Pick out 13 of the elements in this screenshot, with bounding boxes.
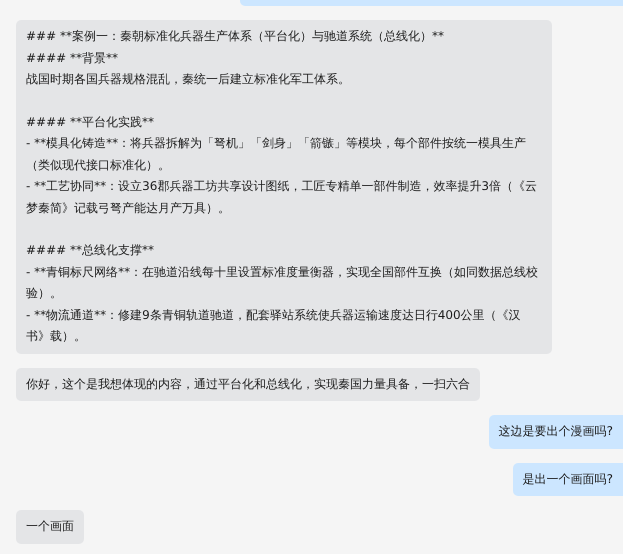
message-text: 战国时期各国兵器规格混乱，秦统一后建立标准化军工体系。 bbox=[26, 71, 351, 88]
message-text: 这边是要出个漫画吗? bbox=[498, 423, 613, 440]
message-text: 是出一个画面吗? bbox=[522, 470, 613, 488]
message-text: - **模具化铸造**：将兵器拆解为「弩机」「剑身」「箭镞」等模块，每个部件按统一模具生产（类似现代接口标准化）。 bbox=[26, 135, 528, 174]
message-text: - **物流通道**：修建9条青铜轨道驰道，配套驿站系统使兵器运输速度达日行400公里（《汉书》载）。 bbox=[26, 306, 522, 345]
message-text: ### **案例一：秦朝标准化兵器生产体系（平台化）与驰道系统（总线化）** bbox=[26, 28, 445, 45]
message-text: - **青铜标尺网络**：在驰道沿线每十里设置标准度量衡器，实现全国部件互换（如同数据总线校验）。 bbox=[26, 264, 540, 302]
message-text: 一个画面 bbox=[26, 518, 74, 535]
message-text: #### **平台化实践** bbox=[26, 114, 156, 130]
message-text: #### **总线化支撑** bbox=[26, 242, 156, 259]
message-text: 你好，这个是我想体现的内容，通过平台化和总线化，实现秦国力量具备，一扫六合 bbox=[26, 376, 470, 392]
message-text: - **工艺协同**：设立36郡兵器工坊共享设计图纸，工匠专精单一部件制造，效率提升3倍（《云梦秦简》记载弓弩产能达月产万具）。 bbox=[26, 178, 538, 216]
message-text: #### **背景** bbox=[26, 50, 120, 66]
